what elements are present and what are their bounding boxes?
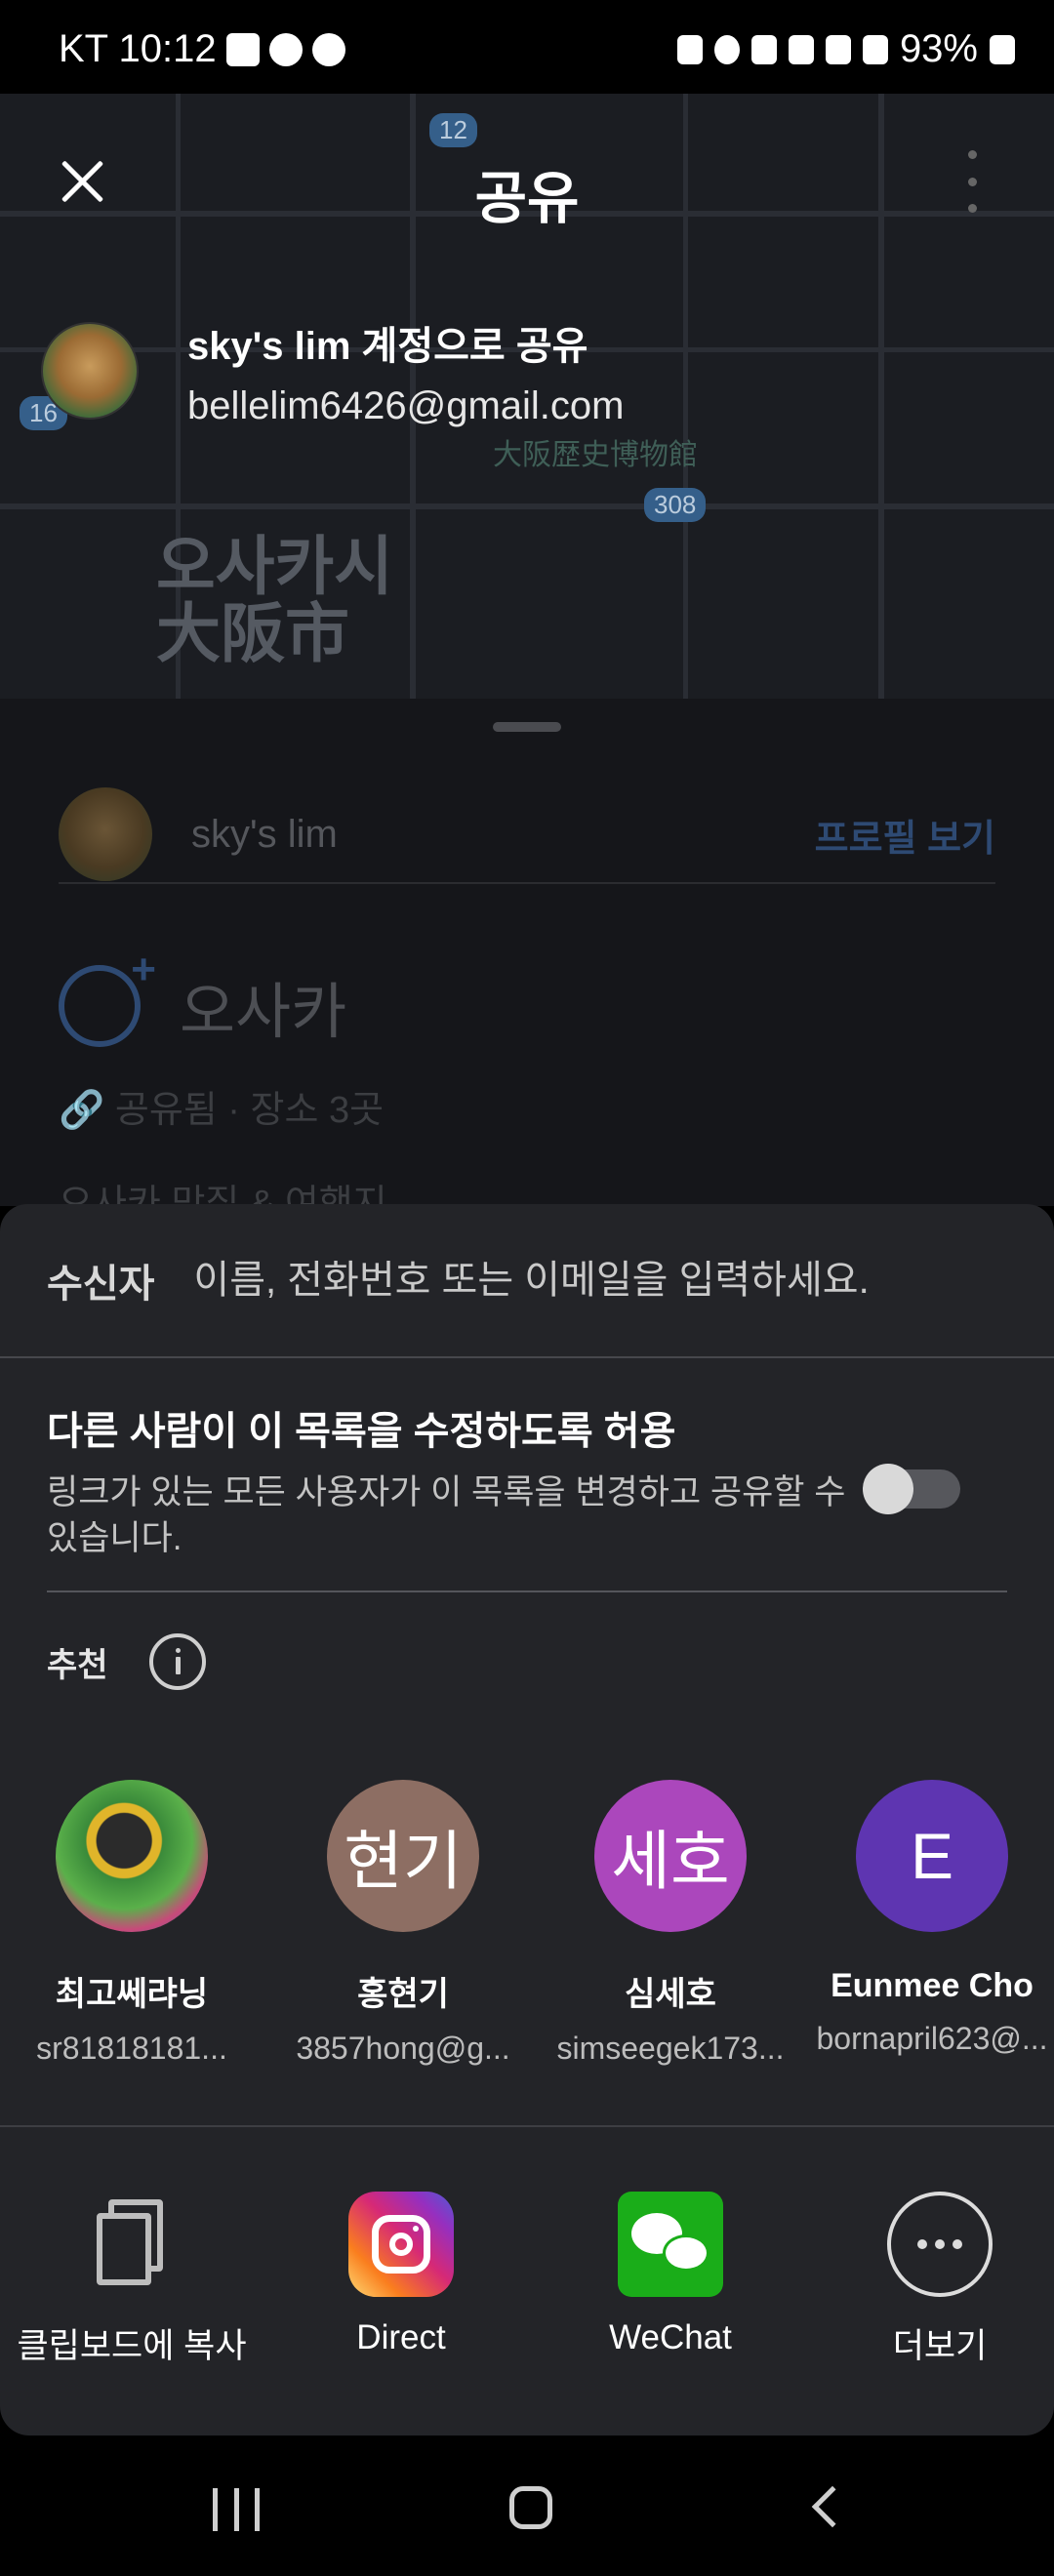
contact-item[interactable]: E Eunmee Cho bornapril623@...: [810, 1780, 1054, 2057]
divider: [47, 1590, 1007, 1592]
contact-name: Eunmee Cho: [831, 1967, 1034, 2004]
share-actions: 클립보드에 복사 Direct WeChat 더보기: [0, 2192, 1054, 2367]
view-profile-link: 프로필 보기: [814, 818, 995, 860]
contact-avatar-initial: E: [856, 1780, 1008, 1932]
account-avatar: [41, 322, 139, 420]
edit-permission-toggle[interactable]: [863, 1464, 960, 1514]
account-info: sky's lim 계정으로 공유 bellelim6426@gmail.com: [41, 322, 624, 428]
contact-name: 최고쎄랴닝: [55, 1976, 209, 2013]
map-city-label: 오사카시 大阪市: [156, 530, 393, 670]
divider: [0, 2125, 1054, 2127]
add-emoji-icon: [59, 946, 156, 1047]
more-share-button[interactable]: 더보기: [808, 2192, 1054, 2368]
mute-icon: [750, 34, 777, 64]
carrier-time: KT 10:12: [59, 27, 217, 70]
copy-icon: [79, 2192, 184, 2297]
contact-avatar-initial: 세호: [594, 1780, 747, 1932]
wechat-button[interactable]: WeChat: [539, 2192, 802, 2357]
instagram-direct-button[interactable]: Direct: [269, 2192, 533, 2357]
suggestions-header: 추천: [47, 1633, 206, 1690]
recipient-input[interactable]: [191, 1257, 993, 1304]
action-label: Direct: [356, 2318, 446, 2356]
recent-apps-button[interactable]: [213, 2488, 260, 2531]
contact-detail: simseegek173...: [556, 2031, 785, 2066]
cloud-icon: [311, 32, 345, 66]
map-poi-label: 大阪歴史博物館: [493, 439, 698, 471]
contact-item[interactable]: 현기 홍현기 3857hong@g...: [271, 1780, 535, 2067]
contact-detail: sr81818181...: [36, 2031, 227, 2066]
edit-permission-row: 다른 사람이 이 목록을 수정하도록 허용 링크가 있는 모든 사용자가 이 목…: [47, 1399, 1007, 1562]
route-308-badge: 308: [644, 488, 707, 522]
status-bar: KT 10:12 93%: [0, 0, 1054, 94]
copy-to-clipboard-button[interactable]: 클립보드에 복사: [0, 2192, 264, 2368]
drag-handle: [493, 722, 561, 732]
gallery-icon: [225, 32, 260, 66]
contact-detail: bornapril623@...: [816, 2021, 1048, 2056]
recipient-row: 수신자: [0, 1204, 1054, 1358]
profile-name: sky's lim: [191, 812, 338, 856]
edit-permission-description: 링크가 있는 모든 사용자가 이 목록을 변경하고 공유할 수 있습니다.: [47, 1473, 846, 1558]
toggle-knob: [863, 1464, 913, 1514]
instagram-icon: [348, 2192, 454, 2297]
list-meta: 🔗 공유됨 · 장소 3곳: [59, 1090, 385, 1131]
messenger-icon: [268, 32, 303, 66]
profile-row: sky's lim 프로필 보기: [59, 786, 995, 884]
back-button[interactable]: [811, 2485, 854, 2528]
info-icon[interactable]: [148, 1633, 206, 1690]
header: 공유: [0, 94, 1054, 279]
contact-name: 홍현기: [357, 1976, 449, 2013]
contact-detail: 3857hong@g...: [296, 2031, 510, 2066]
location-icon: [788, 34, 814, 64]
more-icon: [887, 2192, 993, 2297]
more-options-button[interactable]: [962, 150, 982, 213]
account-name: sky's lim 계정으로 공유: [187, 325, 588, 368]
alarm-icon: [713, 34, 740, 64]
contact-avatar-initial: 현기: [327, 1780, 479, 1932]
battery-icon: [990, 34, 1015, 64]
home-button[interactable]: [509, 2486, 552, 2529]
action-label: 더보기: [892, 2327, 988, 2365]
battery-percent: 93%: [899, 27, 978, 70]
list-sheet-dimmed: sky's lim 프로필 보기 오사카 🔗 공유됨 · 장소 3곳 오사카 맛…: [0, 699, 1054, 1225]
contact-item[interactable]: 세호 심세호 simseegek173...: [539, 1780, 802, 2067]
sim-icon: [676, 34, 703, 64]
action-label: WeChat: [609, 2318, 732, 2356]
suggested-contacts: 최고쎄랴닝 sr81818181... 현기 홍현기 3857hong@g...…: [0, 1780, 1054, 2066]
edit-permission-title: 다른 사람이 이 목록을 수정하도록 허용: [47, 1410, 676, 1453]
action-label: 클립보드에 복사: [17, 2327, 247, 2365]
contact-avatar-toucan: [56, 1780, 208, 1932]
suggestions-label: 추천: [47, 1646, 108, 1684]
profile-avatar: [59, 787, 152, 881]
recipient-label: 수신자: [47, 1263, 155, 1306]
wechat-icon: [618, 2192, 723, 2297]
hd-icon: [825, 34, 851, 64]
page-title: 공유: [474, 167, 580, 230]
contact-name: 심세호: [625, 1976, 716, 2013]
account-email: bellelim6426@gmail.com: [187, 384, 625, 427]
navigation-bar: [0, 2435, 1054, 2576]
list-title-row: 오사카: [59, 946, 347, 1050]
list-title: 오사카: [180, 979, 347, 1046]
share-sheet: 수신자 다른 사람이 이 목록을 수정하도록 허용 링크가 있는 모든 사용자가…: [0, 1204, 1054, 2435]
5g-signal-icon: [862, 34, 888, 64]
contact-item[interactable]: 최고쎄랴닝 sr81818181...: [0, 1780, 264, 2067]
